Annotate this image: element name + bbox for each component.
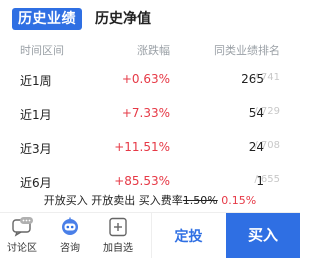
row-change: +85.53% (114, 174, 170, 188)
fee-current: 0.15% (221, 194, 257, 207)
tab-bar: 历史业绩 历史净值 (0, 0, 300, 36)
discuss-button[interactable]: 讨论区 (4, 217, 40, 254)
assistant-robot-icon (59, 217, 81, 237)
table-row: 近1周 +0.63% 265 / 741 (0, 62, 300, 96)
bottom-action-bar: 讨论区 咨询 加自选 定投 买入 (0, 212, 300, 258)
row-period: 近1月 (20, 108, 52, 122)
add-watchlist-label: 加自选 (103, 243, 133, 254)
table-row: 近1月 +7.33% 54 / 729 (0, 96, 300, 130)
header-change: 涨跌幅 (137, 44, 170, 57)
fee-label: 买入费率 (138, 194, 183, 207)
row-change: +11.51% (114, 140, 170, 154)
buy-button[interactable]: 买入 (226, 213, 300, 258)
fee-original: 1.50% (182, 194, 218, 207)
add-watchlist-icon (107, 217, 129, 237)
header-period: 时间区间 (20, 44, 64, 57)
tab-history-performance[interactable]: 历史业绩 (12, 8, 82, 30)
trade-status-bar: 开放买入 开放卖出 买入费率1.50% 0.15% (0, 190, 300, 212)
fixed-investment-button[interactable]: 定投 (151, 213, 225, 258)
chat-bubble-icon (11, 217, 33, 237)
tab-history-nav[interactable]: 历史净值 (95, 8, 151, 30)
consult-button[interactable]: 咨询 (52, 217, 88, 254)
add-watchlist-button[interactable]: 加自选 (100, 217, 136, 254)
row-rank-total: / 708 (254, 140, 280, 151)
open-sell-status: 开放卖出 (91, 194, 136, 207)
row-period: 近6月 (20, 176, 52, 190)
row-rank-total: / 655 (254, 174, 280, 185)
table-row: 近3月 +11.51% 24 / 708 (0, 130, 300, 164)
row-period: 近1周 (20, 74, 52, 88)
header-rank: 同类业绩排名 (214, 44, 280, 57)
row-change: +0.63% (121, 72, 170, 86)
row-period: 近3月 (20, 142, 52, 156)
discuss-label: 讨论区 (7, 243, 37, 254)
table-header: 时间区间 涨跌幅 同类业绩排名 (0, 42, 300, 60)
consult-label: 咨询 (60, 243, 80, 254)
row-rank-total: / 741 (254, 72, 280, 83)
row-rank-total: / 729 (254, 106, 280, 117)
row-change: +7.33% (121, 106, 170, 120)
open-buy-status: 开放买入 (43, 194, 88, 207)
